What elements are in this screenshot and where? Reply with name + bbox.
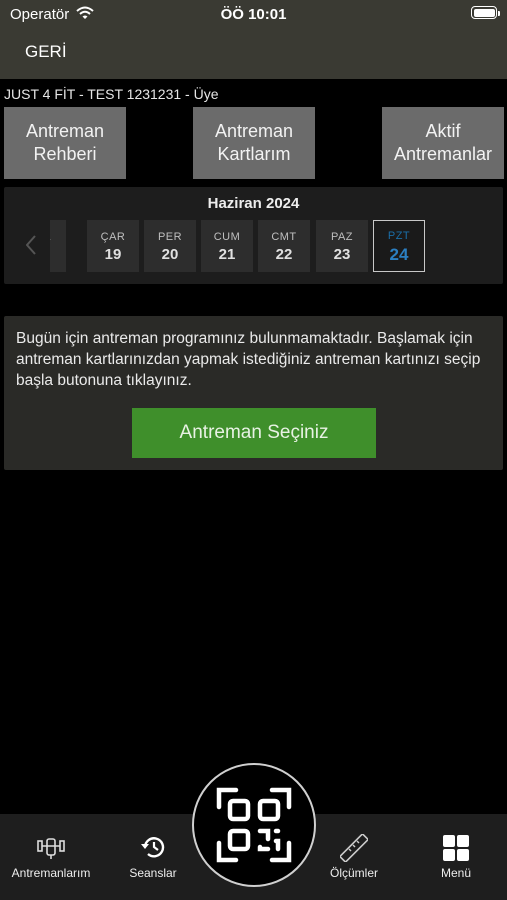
day-name: PAZ — [330, 231, 354, 243]
active-trainings-button[interactable]: Aktif Antremanlar — [382, 107, 504, 179]
chevron-left-icon[interactable] — [25, 235, 36, 260]
history-icon — [139, 834, 167, 865]
dumbbell-icon — [36, 834, 66, 865]
status-clock: ÖÖ 10:01 — [220, 6, 287, 23]
day-number: 20 — [161, 246, 179, 263]
day-name: PZT — [387, 230, 411, 242]
tab-label: Antremanlarım — [11, 866, 91, 880]
select-training-button[interactable]: Antreman Seçiniz — [132, 408, 376, 458]
day-number: 23 — [333, 246, 351, 263]
tab-menu[interactable]: Menü — [405, 814, 507, 900]
day-cell[interactable]: PER 20 — [144, 220, 196, 272]
no-program-message: Bugün için antreman programınız bulunmam… — [16, 330, 481, 389]
calendar-month: Haziran 2024 — [207, 195, 300, 212]
member-info: JUST 4 FİT - TEST 1231231 - Üye — [4, 86, 219, 102]
day-cell[interactable]: PAZ 23 — [316, 220, 368, 272]
tab-sessions[interactable]: Seanslar — [102, 814, 204, 900]
tab-label: Seanslar — [129, 866, 177, 880]
tab-measurements[interactable]: Ölçümler — [303, 814, 405, 900]
tab-trainings[interactable]: Antremanlarım — [0, 814, 102, 900]
qr-scan-button[interactable] — [192, 763, 316, 887]
day-number: 19 — [104, 246, 122, 263]
day-name: PER — [157, 231, 183, 243]
training-cards-button[interactable]: Antreman Kartlarım — [193, 107, 315, 179]
day-name: CUM — [213, 231, 241, 243]
ruler-icon — [338, 832, 370, 867]
week-calendar: Haziran 2024 SAL 18 ÇAR 19 PER 20 CUM 21… — [4, 187, 503, 284]
day-number: 22 — [275, 246, 293, 263]
day-number: 24 — [389, 245, 409, 264]
back-button[interactable]: GERİ — [25, 42, 67, 62]
day-name: CMT — [271, 231, 297, 243]
day-cell[interactable]: CUM 21 — [201, 220, 253, 272]
status-bar: Operatör ÖÖ 10:01 — [0, 0, 507, 30]
day-cell[interactable]: ÇAR 19 — [87, 220, 139, 272]
day-name: SAL — [50, 231, 66, 243]
day-name: ÇAR — [100, 231, 126, 243]
day-number: 18 — [50, 246, 66, 263]
day-cell[interactable]: SAL 18 — [50, 220, 66, 272]
tab-label: Ölçümler — [329, 866, 378, 880]
battery-icon — [471, 6, 500, 19]
training-guide-button[interactable]: Antreman Rehberi — [4, 107, 126, 179]
tab-label: Menü — [440, 866, 472, 880]
qr-code-icon — [216, 787, 292, 863]
day-cell-selected[interactable]: PZT 24 — [373, 220, 425, 272]
day-number: 21 — [218, 246, 236, 263]
day-cell[interactable]: CMT 22 — [258, 220, 310, 272]
app-header: Operatör ÖÖ 10:01 GERİ — [0, 0, 507, 79]
no-program-card: Bugün için antreman programınız bulunmam… — [4, 316, 503, 470]
grid-icon — [442, 834, 470, 867]
